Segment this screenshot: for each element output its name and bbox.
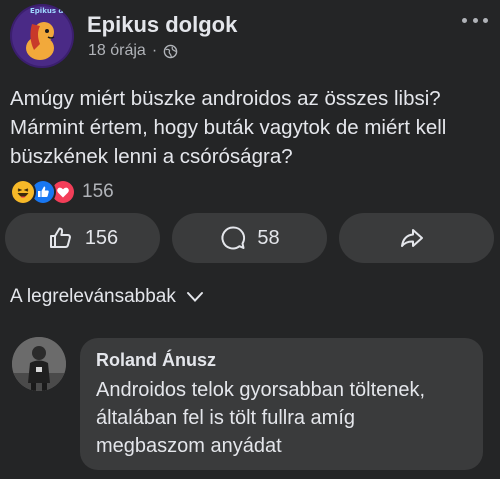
post-body-line: Amúgy miért büszke androidos az összes l… <box>10 87 441 110</box>
comment-sort-dropdown[interactable]: A legrelevánsabbak <box>10 286 204 308</box>
comment-line: általában fel is tölt fullra amíg <box>96 407 356 429</box>
reactions-summary[interactable]: 156 <box>10 179 114 205</box>
share-icon <box>400 229 423 247</box>
reaction-count: 156 <box>82 181 114 202</box>
page-avatar[interactable]: Epikus dolgok <box>10 4 74 68</box>
post-body-line: büszkének lenni a csóróságra? <box>10 145 293 168</box>
page-avatar-image: Epikus dolgok <box>10 4 74 68</box>
commenter-avatar-image <box>12 337 66 391</box>
commenter-avatar[interactable] <box>12 337 66 391</box>
comment-bubble: Roland Ánusz Androidos telok gyorsabban … <box>80 338 483 470</box>
facebook-post: Epikus dolgok Epikus dolgok 18 órája · A… <box>0 0 500 479</box>
haha-icon <box>10 179 36 205</box>
chevron-down-icon <box>186 292 203 302</box>
comment-text: Androidos telok gyorsabban töltenek, ált… <box>96 376 425 460</box>
post-meta: 18 órája · <box>88 42 178 60</box>
page-name[interactable]: Epikus dolgok <box>87 12 237 38</box>
more-options-button[interactable] <box>462 12 488 28</box>
like-button[interactable]: 156 <box>5 213 160 263</box>
avatar-logo-text: Epikus dolgok <box>30 7 74 15</box>
more-dot-icon <box>483 17 488 23</box>
more-dot-icon <box>472 17 478 23</box>
share-button[interactable] <box>339 213 494 263</box>
comment-author[interactable]: Roland Ánusz <box>96 350 216 371</box>
comment-line: megbaszom anyádat <box>96 435 282 457</box>
comment-count: 58 <box>257 226 280 249</box>
comment-icon <box>221 226 246 250</box>
more-dot-icon <box>462 17 467 23</box>
comment-button[interactable]: 58 <box>172 213 327 263</box>
post-body: Amúgy miért büszke androidos az összes l… <box>10 84 494 171</box>
post-timestamp[interactable]: 18 órája <box>88 42 146 60</box>
comment-line: Androidos telok gyorsabban töltenek, <box>96 379 426 401</box>
globe-icon <box>163 44 178 58</box>
post-body-line: Mármint értem, hogy buták vagytok de mié… <box>10 116 447 139</box>
sort-label: A legrelevánsabbak <box>10 286 176 307</box>
thumbs-up-icon <box>49 227 71 248</box>
like-count: 156 <box>84 226 119 249</box>
meta-separator: · <box>151 42 158 59</box>
